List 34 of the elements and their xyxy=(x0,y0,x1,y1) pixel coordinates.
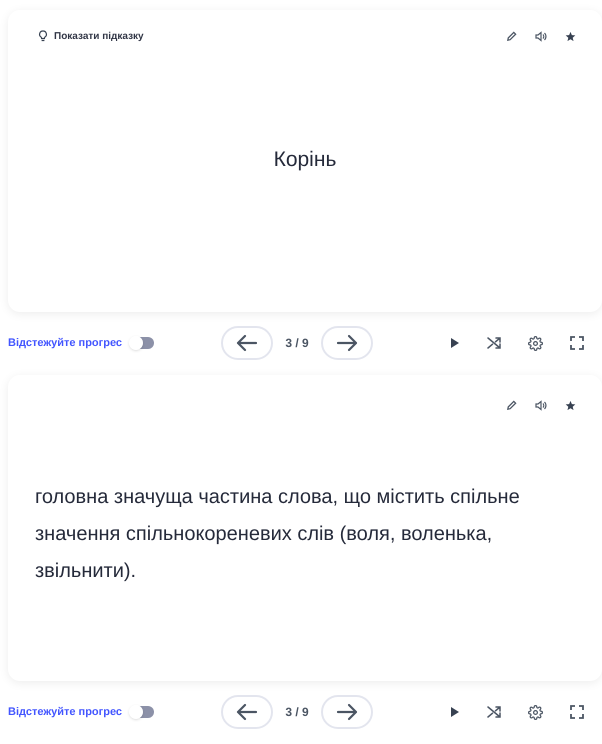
term-text: Корінь xyxy=(274,147,336,174)
card-counter: 3 / 9 xyxy=(284,704,310,721)
star-icon[interactable] xyxy=(565,400,576,410)
right-arrow-icon xyxy=(336,703,358,721)
progress-toggle[interactable] xyxy=(130,337,154,349)
settings-icon[interactable] xyxy=(528,336,543,350)
right-arrow-icon xyxy=(336,334,358,352)
previous-button[interactable] xyxy=(221,326,274,360)
shuffle-icon[interactable] xyxy=(487,705,501,719)
track-progress-label: Відстежуйте прогрес xyxy=(8,336,122,351)
previous-button[interactable] xyxy=(221,695,274,729)
left-arrow-icon xyxy=(236,703,258,721)
left-arrow-icon xyxy=(236,334,258,352)
pencil-icon[interactable] xyxy=(506,400,517,410)
shuffle-icon[interactable] xyxy=(487,336,501,350)
next-button[interactable] xyxy=(321,326,374,360)
flashcard[interactable]: Показати підказку Корінь xyxy=(8,10,602,312)
fullscreen-icon[interactable] xyxy=(570,705,584,719)
fullscreen-icon[interactable] xyxy=(570,336,584,350)
play-icon[interactable] xyxy=(450,337,460,349)
speaker-icon[interactable] xyxy=(535,30,547,42)
pencil-icon[interactable] xyxy=(506,30,517,42)
track-progress-label: Відстежуйте прогрес xyxy=(8,704,122,720)
lightbulb-icon xyxy=(38,30,48,42)
definition-text: головна значуща частина слова, що містить спільне значення спільнокореневих слів (воля, воленька, звільнити). xyxy=(35,484,521,584)
progress-toggle[interactable] xyxy=(130,706,154,718)
play-icon[interactable] xyxy=(450,706,460,718)
show-hint-button[interactable]: Показати підказку xyxy=(38,28,144,44)
flashcard[interactable]: головна значуща частина слова, що містить спільне значення спільнокореневих слів (воля, воленька, звільнити). xyxy=(8,375,602,681)
card-counter: 3 / 9 xyxy=(284,335,310,352)
settings-icon[interactable] xyxy=(528,704,543,720)
star-icon[interactable] xyxy=(565,30,576,42)
speaker-icon[interactable] xyxy=(535,400,547,410)
next-button[interactable] xyxy=(321,695,374,729)
